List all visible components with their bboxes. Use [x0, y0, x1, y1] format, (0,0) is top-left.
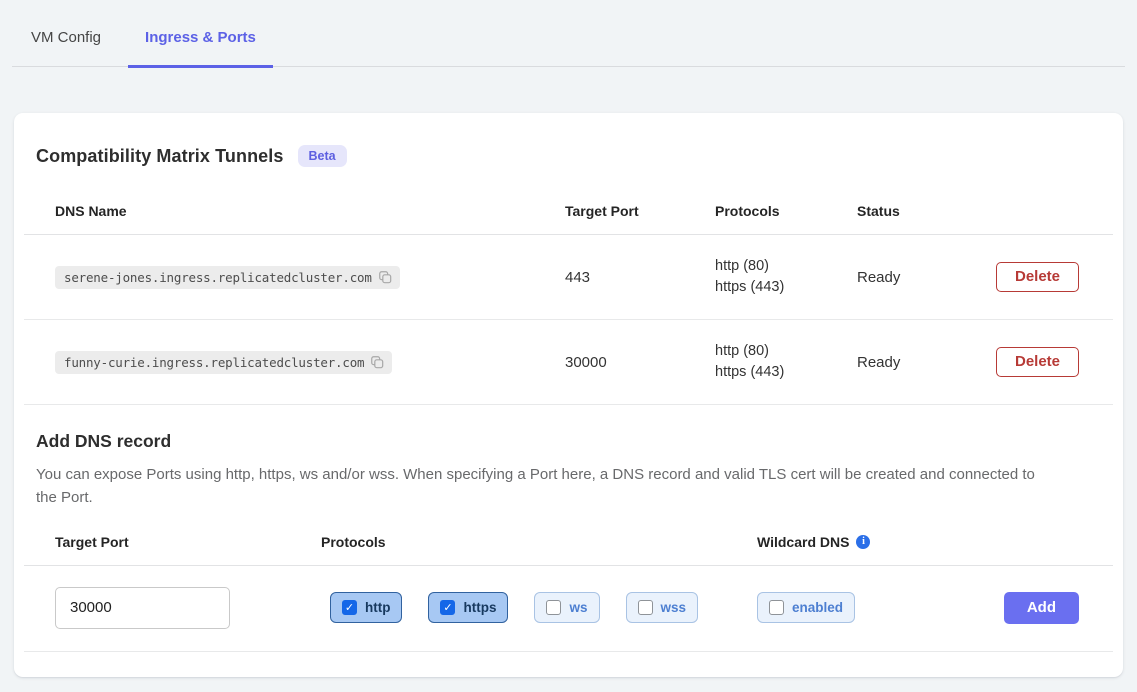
status-badge: Ready: [857, 354, 996, 371]
header-target-port: Target Port: [565, 203, 715, 219]
protocol-line: https (443): [715, 362, 857, 383]
delete-button[interactable]: Delete: [996, 347, 1079, 377]
checkbox-wildcard-enabled[interactable]: ✓ enabled: [757, 592, 855, 623]
add-button[interactable]: Add: [1004, 592, 1079, 624]
checkbox-icon: ✓: [342, 600, 357, 615]
checkbox-http[interactable]: ✓ http: [330, 592, 402, 623]
tab-vm-config[interactable]: VM Config: [14, 29, 118, 66]
checkbox-wss[interactable]: ✓ wss: [626, 592, 699, 623]
target-port-input[interactable]: [55, 587, 230, 629]
header-dns-name: DNS Name: [24, 203, 565, 219]
add-dns-form-row: ✓ http ✓ https ✓ ws ✓ wss ✓: [24, 566, 1113, 652]
dns-name-text: serene-jones.ingress.replicatedcluster.c…: [64, 270, 372, 285]
row-target-port: 443: [565, 269, 715, 286]
page-title: Compatibility Matrix Tunnels: [36, 146, 284, 167]
protocol-line: https (443): [715, 277, 857, 298]
row-protocols: http (80) https (443): [715, 341, 857, 383]
tunnels-table: DNS Name Target Port Protocols Status se…: [24, 171, 1113, 405]
delete-button[interactable]: Delete: [996, 262, 1079, 292]
checkbox-icon: ✓: [769, 600, 784, 615]
table-header-row: DNS Name Target Port Protocols Status: [24, 171, 1113, 235]
protocol-checkbox-group: ✓ http ✓ https ✓ ws ✓ wss: [330, 592, 757, 623]
form-header-wildcard-dns: Wildcard DNS: [757, 534, 849, 550]
checkbox-label: enabled: [792, 600, 843, 615]
status-badge: Ready: [857, 269, 996, 286]
info-icon[interactable]: i: [856, 535, 870, 549]
checkbox-icon: ✓: [440, 600, 455, 615]
copy-icon[interactable]: [370, 355, 384, 369]
add-dns-record-title: Add DNS record: [36, 431, 1101, 452]
form-header-target-port: Target Port: [24, 534, 321, 550]
protocol-line: http (80): [715, 256, 857, 277]
tab-ingress-ports[interactable]: Ingress & Ports: [128, 29, 273, 68]
form-header-protocols: Protocols: [321, 534, 757, 550]
copy-icon[interactable]: [378, 270, 392, 284]
checkbox-https[interactable]: ✓ https: [428, 592, 508, 623]
dns-name-pill: serene-jones.ingress.replicatedcluster.c…: [55, 266, 400, 289]
table-row: funny-curie.ingress.replicatedcluster.co…: [24, 320, 1113, 405]
header-protocols: Protocols: [715, 203, 857, 219]
checkbox-label: ws: [569, 600, 587, 615]
checkbox-label: http: [365, 600, 390, 615]
row-target-port: 30000: [565, 354, 715, 371]
checkbox-icon: ✓: [638, 600, 653, 615]
checkbox-icon: ✓: [546, 600, 561, 615]
checkbox-ws[interactable]: ✓ ws: [534, 592, 599, 623]
add-dns-record-description: You can expose Ports using http, https, …: [36, 463, 1038, 510]
dns-name-pill: funny-curie.ingress.replicatedcluster.co…: [55, 351, 392, 374]
checkbox-label: https: [463, 600, 496, 615]
checkbox-label: wss: [661, 600, 687, 615]
tunnels-card: Compatibility Matrix Tunnels Beta DNS Na…: [14, 113, 1123, 677]
beta-badge: Beta: [298, 145, 347, 167]
form-header-row: Target Port Protocols Wildcard DNS i: [24, 510, 1113, 566]
row-protocols: http (80) https (443): [715, 256, 857, 298]
tab-bar: VM Config Ingress & Ports: [12, 0, 1125, 67]
table-row: serene-jones.ingress.replicatedcluster.c…: [24, 235, 1113, 320]
header-status: Status: [857, 203, 996, 219]
protocol-line: http (80): [715, 341, 857, 362]
card-title-row: Compatibility Matrix Tunnels Beta: [36, 141, 1101, 171]
dns-name-text: funny-curie.ingress.replicatedcluster.co…: [64, 355, 364, 370]
